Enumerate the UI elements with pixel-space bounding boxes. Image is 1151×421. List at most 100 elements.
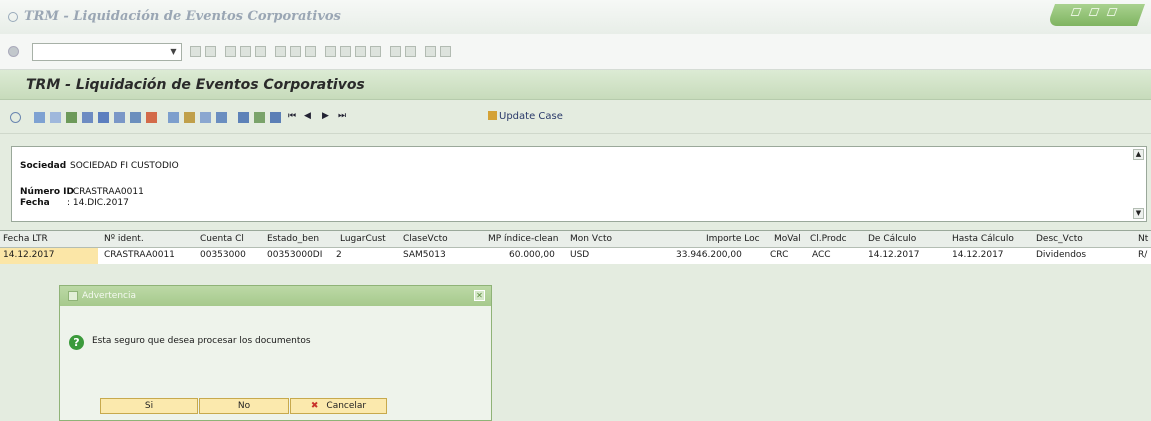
back-icon[interactable] <box>190 46 201 57</box>
table-cell[interactable]: 60.000,00 <box>509 250 555 260</box>
update-case-button[interactable]: Update Case <box>488 111 563 122</box>
table-cell[interactable]: USD <box>570 250 589 260</box>
table-cell[interactable]: CRASTRAA0011 <box>104 250 175 260</box>
select-all-icon[interactable] <box>34 112 45 123</box>
print-preview-icon[interactable] <box>168 112 179 123</box>
grid-view-icon[interactable] <box>238 112 249 123</box>
minimize-icon[interactable] <box>1070 8 1082 16</box>
next-record-icon[interactable]: ▶ <box>322 111 329 121</box>
table-cell[interactable]: 00353000 <box>200 250 246 260</box>
shortcut-icon[interactable] <box>405 46 416 57</box>
new-session-icon[interactable] <box>390 46 401 57</box>
save-layout-icon[interactable] <box>200 112 211 123</box>
table-cell[interactable]: 14.12.2017 <box>3 250 55 260</box>
change-layout-icon[interactable] <box>184 112 195 123</box>
table-cell[interactable]: CRC <box>770 250 788 260</box>
first-page-icon[interactable] <box>325 46 336 57</box>
table-cell[interactable]: 33.946.200,00 <box>676 250 742 260</box>
enter-icon[interactable] <box>8 46 19 57</box>
maximize-icon[interactable] <box>1088 8 1100 16</box>
first-record-icon[interactable]: ⏮ <box>288 111 296 121</box>
filter-icon[interactable] <box>98 112 109 123</box>
help-icon[interactable] <box>425 46 436 57</box>
subtotal-icon[interactable] <box>114 112 125 123</box>
previous-page-icon[interactable] <box>340 46 351 57</box>
total-icon[interactable] <box>130 112 141 123</box>
column-header[interactable]: Estado_ben <box>267 234 319 244</box>
save-icon[interactable] <box>205 46 216 57</box>
column-header[interactable]: Desc_Vcto <box>1036 234 1083 244</box>
fecha-label: Fecha <box>20 198 50 208</box>
table-cell[interactable]: ACC <box>812 250 831 260</box>
column-header[interactable]: Cl.Prodc <box>810 234 847 244</box>
window-title-bar: TRM - Liquidación de Eventos Corporativo… <box>0 0 1151 34</box>
refresh-icon[interactable] <box>270 112 281 123</box>
back-nav-icon[interactable] <box>225 46 236 57</box>
last-record-icon[interactable]: ⏭ <box>338 111 346 121</box>
app-title-bar: TRM - Liquidación de Eventos Corporativo… <box>0 70 1151 100</box>
header-scrollbar[interactable]: ▲ ▼ <box>1133 149 1144 219</box>
scroll-down-icon[interactable]: ▼ <box>1133 208 1144 219</box>
spreadsheet-icon[interactable] <box>216 112 227 123</box>
column-header[interactable]: LugarCust <box>340 234 386 244</box>
cancel-icon[interactable] <box>255 46 266 57</box>
next-page-icon[interactable] <box>355 46 366 57</box>
column-header[interactable]: Nt <box>1138 234 1148 244</box>
close-window-icon[interactable] <box>1106 8 1118 16</box>
sap-window-icon <box>8 12 18 22</box>
column-header[interactable]: MoVal <box>774 234 801 244</box>
find-icon[interactable] <box>290 46 301 57</box>
table-cell[interactable]: R/ <box>1138 250 1147 260</box>
table-cell[interactable]: SAM5013 <box>403 250 446 260</box>
last-page-icon[interactable] <box>370 46 381 57</box>
scroll-up-icon[interactable]: ▲ <box>1133 149 1144 160</box>
window-title: TRM - Liquidación de Eventos Corporativo… <box>24 9 341 24</box>
sort-descending-icon[interactable] <box>82 112 93 123</box>
command-field[interactable]: ▼ <box>32 43 182 61</box>
layout-menu-icon[interactable] <box>440 46 451 57</box>
export-icon[interactable] <box>146 112 157 123</box>
cancel-button[interactable]: ✖ Cancelar <box>290 398 387 414</box>
sociedad-value: SOCIEDAD FI CUSTODIO <box>70 161 179 171</box>
table-cell[interactable]: 00353000DI <box>267 250 322 260</box>
column-header[interactable]: Cuenta Cl <box>200 234 244 244</box>
table-cell[interactable]: 14.12.2017 <box>952 250 1004 260</box>
exit-icon[interactable] <box>240 46 251 57</box>
column-header[interactable]: Nº ident. <box>104 234 144 244</box>
column-header[interactable]: MP índice-clean <box>488 234 558 244</box>
table-header-row: Fecha LTR Nº ident. Cuenta Cl Estado_ben… <box>0 231 1151 248</box>
deselect-all-icon[interactable] <box>50 112 61 123</box>
column-header[interactable]: De Cálculo <box>868 234 916 244</box>
cancel-button-label: Cancelar <box>326 401 367 411</box>
column-header[interactable]: Mon Vcto <box>570 234 612 244</box>
table-cell[interactable]: 2 <box>336 250 342 260</box>
column-icon[interactable] <box>254 112 265 123</box>
warning-dialog: Advertencia ✕ ? Esta seguro que desea pr… <box>59 285 492 421</box>
header-panel: Sociedad SOCIEDAD FI CUSTODIO Número ID … <box>11 146 1147 222</box>
dialog-window-icon <box>68 291 78 301</box>
column-header[interactable]: ClaseVcto <box>403 234 448 244</box>
column-header[interactable]: Importe Loc <box>706 234 760 244</box>
close-icon[interactable]: ✕ <box>474 290 485 301</box>
numero-id-value: : CRASTRAA0011 <box>67 187 144 197</box>
update-case-icon <box>488 111 497 120</box>
previous-record-icon[interactable]: ◀ <box>304 111 311 121</box>
column-header[interactable]: Fecha LTR <box>3 234 48 244</box>
question-icon: ? <box>69 335 84 350</box>
table-cell[interactable]: Dividendos <box>1036 250 1086 260</box>
details-icon[interactable] <box>10 112 21 123</box>
fecha-value: : 14.DIC.2017 <box>67 198 129 208</box>
update-case-label: Update Case <box>499 111 563 122</box>
table-cell[interactable]: 14.12.2017 <box>868 250 920 260</box>
system-toolbar: ▼ <box>0 34 1151 70</box>
sort-ascending-icon[interactable] <box>66 112 77 123</box>
find-next-icon[interactable] <box>305 46 316 57</box>
table-row[interactable]: 14.12.2017 CRASTRAA0011 00353000 0035300… <box>0 248 1151 264</box>
no-button[interactable]: No <box>199 398 289 414</box>
window-controls[interactable] <box>1046 4 1146 26</box>
yes-button[interactable]: Si <box>100 398 198 414</box>
dialog-title-bar[interactable]: Advertencia ✕ <box>60 286 491 306</box>
print-icon[interactable] <box>275 46 286 57</box>
column-header[interactable]: Hasta Cálculo <box>952 234 1014 244</box>
chevron-down-icon[interactable]: ▼ <box>168 46 179 58</box>
